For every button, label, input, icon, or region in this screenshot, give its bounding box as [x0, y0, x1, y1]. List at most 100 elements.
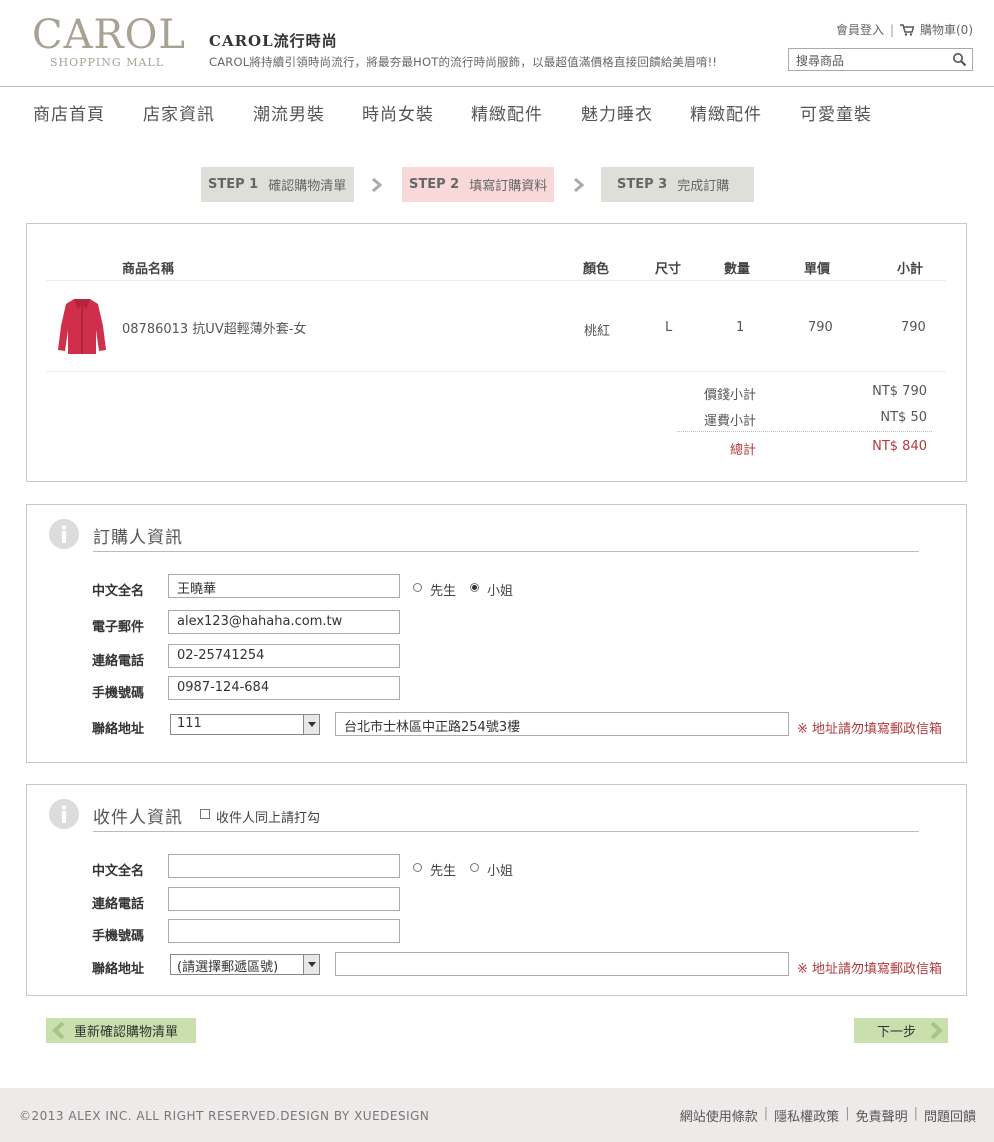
receiver-section-title: 收件人資訊 [93, 808, 183, 828]
logo-text: CAROL [32, 12, 186, 58]
nav-item-women[interactable]: 時尚女裝 [362, 100, 434, 125]
step-number: STEP 2 [409, 177, 460, 192]
site-header: CAROL SHOPPING MALL CAROL流行時尚 CAROL將持續引領… [0, 0, 994, 87]
info-icon [49, 519, 79, 549]
back-button-label: 重新確認購物清單 [74, 1025, 179, 1040]
buyer-phone-input[interactable]: 02-25741254 [168, 644, 400, 668]
buyer-mobile-label: 手機號碼 [92, 686, 145, 701]
nav-item-men[interactable]: 潮流男裝 [253, 100, 325, 125]
footer-links: 網站使用條款 | 隱私權政策 | 免責聲明 | 問題回饋 [680, 1106, 976, 1125]
receiver-ms-radio[interactable] [470, 863, 479, 872]
divider [93, 831, 919, 832]
buyer-email-label: 電子郵件 [92, 620, 145, 635]
receiver-mr-radio[interactable] [413, 863, 422, 872]
chevron-right-icon [930, 1022, 943, 1039]
step-number: STEP 3 [617, 177, 668, 192]
receiver-zip-value: (請選擇郵遞區號) [177, 960, 279, 975]
footer-link-privacy[interactable]: 隱私權政策 [774, 1106, 839, 1125]
divider: | [913, 1106, 918, 1121]
product-size: L [665, 320, 673, 335]
step-label: 完成訂購 [677, 179, 730, 194]
login-link[interactable]: 會員登入 [836, 21, 884, 38]
footer-link-feedback[interactable]: 問題回饋 [924, 1106, 976, 1125]
nav-item-accessories-2[interactable]: 精緻配件 [690, 100, 762, 125]
col-header-subtotal: 小計 [897, 262, 924, 277]
product-name[interactable]: 08786013 抗UV超輕薄外套-女 [122, 318, 306, 337]
divider: | [889, 22, 894, 37]
shipping-label: 運費小計 [704, 414, 757, 429]
step-label: 確認購物清單 [268, 179, 347, 194]
col-header-qty: 數量 [724, 262, 751, 277]
footer-link-disclaimer[interactable]: 免責聲明 [856, 1106, 908, 1125]
site-footer: ©2013 ALEX INC. ALL RIGHT RESERVED.DESIG… [0, 1088, 994, 1142]
search-input[interactable]: 搜尋商品 [788, 48, 973, 71]
logo[interactable]: CAROL SHOPPING MALL [32, 12, 186, 69]
chevron-down-icon[interactable] [303, 955, 319, 974]
buyer-mr-label: 先生 [430, 584, 457, 599]
buyer-address-input[interactable]: 台北市士林區中正路254號3樓 [335, 712, 789, 736]
buyer-section-title: 訂購人資訊 [93, 528, 183, 548]
buyer-name-input[interactable]: 王曉華 [168, 574, 400, 598]
search-placeholder: 搜尋商品 [796, 54, 845, 68]
same-as-buyer-checkbox[interactable] [200, 809, 210, 819]
product-subtotal: 790 [901, 320, 926, 335]
goods-subtotal-value: NT$ 790 [872, 384, 927, 399]
divider [93, 551, 919, 552]
buyer-mobile-input[interactable]: 0987-124-684 [168, 676, 400, 700]
buyer-email-input[interactable]: alex123@hahaha.com.tw [168, 610, 400, 634]
nav-item-sleepwear[interactable]: 魅力睡衣 [581, 100, 653, 125]
product-price: 790 [808, 320, 833, 335]
receiver-address-label: 聯絡地址 [92, 962, 145, 977]
nav-item-home[interactable]: 商店首頁 [33, 100, 105, 125]
nav-item-store-info[interactable]: 店家資訊 [143, 100, 215, 125]
next-step-button[interactable]: 下一步 [854, 1018, 948, 1043]
receiver-zip-select[interactable]: (請選擇郵遞區號) [170, 954, 320, 975]
col-header-size: 尺寸 [655, 262, 682, 277]
chevron-down-icon[interactable] [303, 715, 319, 734]
step-3: STEP 3 完成訂購 [601, 167, 754, 202]
receiver-ms-label: 小姐 [487, 864, 514, 879]
brand-slogan: CAROL將持續引領時尚流行，將最夯最HOT的流行時尚服飾，以最超值滿價格直接回… [209, 55, 718, 69]
divider [46, 371, 946, 372]
buyer-address-label: 聯絡地址 [92, 722, 145, 737]
nav-item-accessories[interactable]: 精緻配件 [471, 100, 543, 125]
col-header-name: 商品名稱 [122, 262, 175, 277]
same-as-buyer-label: 收件人同上請打勾 [216, 811, 321, 826]
receiver-address-input[interactable] [335, 952, 789, 976]
receiver-mobile-label: 手機號碼 [92, 929, 145, 944]
receiver-name-input[interactable] [168, 854, 400, 878]
col-header-color: 顏色 [583, 262, 610, 277]
cart-icon[interactable] [900, 23, 914, 36]
step-number: STEP 1 [208, 177, 259, 192]
step-label: 填寫訂購資料 [469, 179, 548, 194]
nav-item-kids[interactable]: 可愛童裝 [800, 100, 872, 125]
total-label: 總計 [730, 443, 757, 458]
top-links: 會員登入 | 購物車(0) [836, 21, 973, 38]
buyer-ms-label: 小姐 [487, 584, 514, 599]
copyright: ©2013 ALEX INC. ALL RIGHT RESERVED.DESIG… [19, 1109, 430, 1123]
address-note: ※ 地址請勿填寫郵政信箱 [797, 722, 943, 737]
buyer-name-label: 中文全名 [92, 584, 145, 599]
buyer-ms-radio[interactable] [470, 583, 479, 592]
chevron-left-icon [52, 1022, 65, 1039]
chevron-right-icon [372, 177, 383, 193]
buyer-zip-select[interactable]: 111 [170, 714, 320, 735]
buyer-mr-radio[interactable] [413, 583, 422, 592]
col-header-price: 單價 [804, 262, 831, 277]
divider [46, 280, 946, 281]
address-note: ※ 地址請勿填寫郵政信箱 [797, 962, 943, 977]
main-nav: 商店首頁 店家資訊 潮流男裝 時尚女裝 精緻配件 魅力睡衣 精緻配件 可愛童裝 [0, 100, 994, 126]
receiver-mobile-input[interactable] [168, 919, 400, 943]
product-image[interactable] [56, 296, 108, 356]
search-icon[interactable] [952, 52, 967, 67]
divider: | [845, 1106, 850, 1121]
receiver-mr-label: 先生 [430, 864, 457, 879]
receiver-phone-input[interactable] [168, 887, 400, 911]
brand-title: CAROL流行時尚 [209, 32, 338, 50]
product-qty: 1 [736, 320, 745, 335]
footer-link-terms[interactable]: 網站使用條款 [680, 1106, 758, 1125]
logo-subtitle: SHOPPING MALL [49, 56, 165, 69]
chevron-right-icon [574, 177, 585, 193]
cart-link[interactable]: 購物車(0) [920, 21, 973, 38]
back-to-cart-button[interactable]: 重新確認購物清單 [46, 1018, 196, 1043]
